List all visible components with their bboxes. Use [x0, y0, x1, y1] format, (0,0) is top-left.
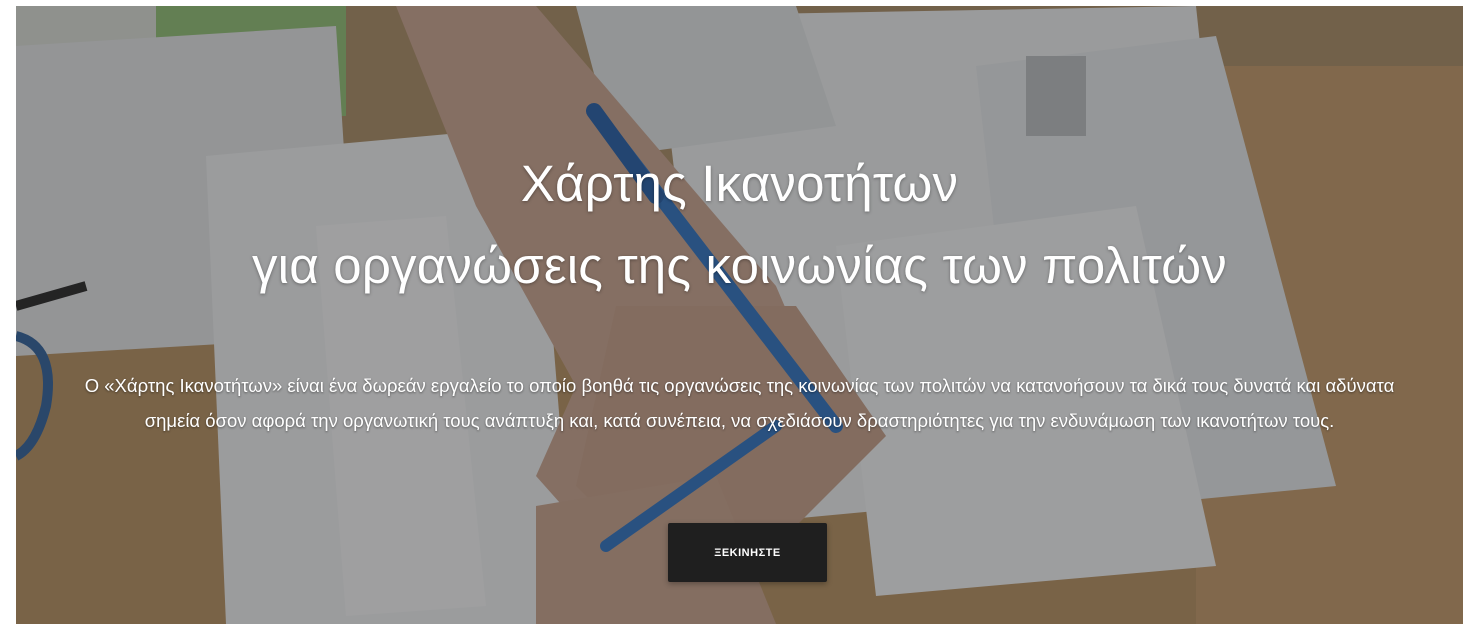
hero-section: Χάρτης Ικανοτήτων για οργανώσεις της κοι… [16, 6, 1463, 624]
hero-content: Χάρτης Ικανοτήτων για οργανώσεις της κοι… [16, 6, 1463, 624]
start-button[interactable]: ΞΕΚΙΝΗΣΤΕ [668, 523, 827, 582]
hero-description: Ο «Χάρτης Ικανοτήτων» είναι ένα δωρεάν ε… [84, 375, 1395, 431]
hero-title-line-1: Χάρτης Ικανοτήτων [520, 155, 959, 212]
hero-title-line-2: για οργανώσεις της κοινωνίας των πολιτών [251, 237, 1227, 294]
